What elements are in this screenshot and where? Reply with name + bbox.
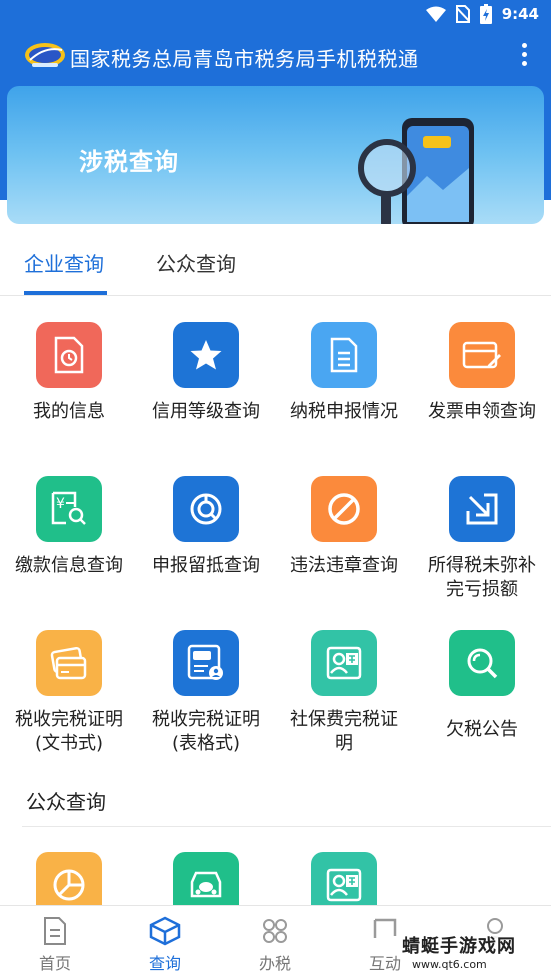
svg-text:¥: ¥ (56, 496, 65, 512)
grid-label: 社保费完税证 明 (290, 709, 398, 754)
prohibited-icon (328, 493, 360, 525)
phone-magnifier-illustration-icon (358, 118, 474, 224)
tile-tax-arrears-notice (449, 630, 515, 696)
active-tab-indicator (24, 291, 107, 295)
grid-label: 发票申领查询 (428, 401, 536, 422)
certificate-user-icon (187, 644, 223, 680)
nav-query[interactable]: 查询 (110, 916, 220, 974)
grid-label: 税收完税证明 (文书式) (15, 709, 123, 754)
nav-label: 首页 (38, 954, 71, 973)
magnifier-icon (467, 648, 498, 679)
app-logo-icon (25, 43, 65, 67)
tab-public-query[interactable]: 公众查询 (156, 248, 236, 277)
tile-retained-credit (173, 476, 239, 542)
cube-icon (149, 916, 181, 946)
tile-tax-cert-table (173, 630, 239, 696)
watermark-text: 蜻蜓手游戏网 (402, 936, 516, 957)
status-bar: 9:44 (0, 0, 551, 28)
yuan-search-icon: ¥ (51, 491, 86, 525)
grid-label: 申报留抵查询 (152, 555, 260, 576)
tile-my-info (36, 322, 102, 388)
more-options-icon[interactable] (519, 43, 529, 71)
nav-label: 查询 (148, 954, 181, 973)
grid-apps-icon (263, 919, 287, 943)
tile-credit-rating (173, 322, 239, 388)
wifi-icon (425, 6, 446, 22)
tile-payment-info: ¥ (36, 476, 102, 542)
home-document-icon (44, 917, 66, 945)
status-time: 9:44 (501, 5, 539, 23)
grid-item-tax-arrears-notice[interactable]: 欠税公告 (413, 630, 551, 742)
battery-charging-icon (479, 4, 492, 24)
chat-icon (373, 918, 397, 938)
grid-label: 缴款信息查询 (15, 555, 123, 576)
grid-item-my-info[interactable]: 我的信息 (0, 322, 138, 424)
grid-label: 税收完税证明 (表格式) (152, 709, 260, 754)
tile-social-insurance-cert (311, 630, 377, 696)
grid-item-credit-rating[interactable]: 信用等级查询 (137, 322, 275, 424)
watermark: 蜻蜓手游戏网 www.qt6.com (402, 936, 546, 976)
tile-tax-cert-document (36, 630, 102, 696)
grid-label: 所得税未弥补 完亏损额 (428, 555, 536, 600)
tile-tax-filing-status (311, 322, 377, 388)
nav-home[interactable]: 首页 (0, 916, 110, 974)
grid-item-tax-filing-status[interactable]: 纳税申报情况 (275, 322, 413, 424)
banner: 涉税查询 (7, 86, 544, 224)
grid-label: 纳税申报情况 (290, 401, 398, 422)
grid-label: 信用等级查询 (152, 401, 260, 422)
person-insurance-icon (326, 868, 362, 902)
grid-item-tax-cert-table[interactable]: 税收完税证明 (表格式) (137, 630, 275, 756)
tile-violations (311, 476, 377, 542)
section-divider (22, 826, 551, 827)
tile-invoice-application (449, 322, 515, 388)
card-pen-icon (462, 341, 501, 369)
grid-label: 欠税公告 (446, 719, 518, 740)
grid-label: 违法违章查询 (290, 555, 398, 576)
nav-label: 办税 (258, 954, 291, 973)
watermark-url: www.qt6.com (412, 958, 487, 971)
pie-chart-icon (53, 869, 85, 901)
document-list-icon (330, 337, 358, 373)
document-clock-icon (54, 336, 84, 374)
arrow-down-right-icon (466, 493, 498, 525)
grid-item-violations[interactable]: 违法违章查询 (275, 476, 413, 578)
car-tax-icon (190, 871, 222, 898)
ring-chart-icon (190, 493, 222, 525)
query-tabs: 企业查询 公众查询 (0, 236, 551, 296)
public-query-section-title: 公众查询 (26, 790, 106, 814)
tile-uncovered-loss (449, 476, 515, 542)
tab-enterprise-query[interactable]: 企业查询 (24, 248, 104, 277)
grid-item-social-insurance-cert[interactable]: 社保费完税证 明 (275, 630, 413, 756)
grid-label: 我的信息 (33, 401, 105, 422)
nav-handle-tax[interactable]: 办税 (220, 916, 330, 974)
person-insurance-icon (326, 646, 362, 680)
grid-item-payment-info[interactable]: ¥ 缴款信息查询 (0, 476, 138, 578)
no-sim-icon (455, 5, 470, 23)
grid-item-invoice-application[interactable]: 发票申领查询 (413, 322, 551, 424)
grid-item-uncovered-loss[interactable]: 所得税未弥补 完亏损额 (413, 476, 551, 602)
card-document-icon (50, 646, 87, 680)
grid-item-retained-credit[interactable]: 申报留抵查询 (137, 476, 275, 578)
banner-title: 涉税查询 (79, 148, 179, 176)
status-icons: 9:44 (425, 4, 539, 24)
app-title: 国家税务总局青岛市税务局手机税税通 (70, 47, 419, 71)
star-icon (190, 340, 222, 370)
app-bar: 国家税务总局青岛市税务局手机税税通 (0, 30, 551, 82)
grid-item-tax-cert-document[interactable]: 税收完税证明 (文书式) (0, 630, 138, 756)
